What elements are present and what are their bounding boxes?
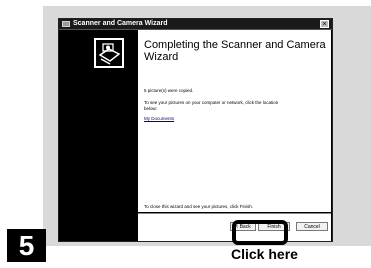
click-here-caption: Click here bbox=[231, 246, 298, 262]
copied-count-text: 5 picture(s) were copied. bbox=[144, 88, 194, 93]
camera-icon bbox=[62, 21, 70, 27]
window-title: Scanner and Camera Wizard bbox=[73, 20, 168, 27]
content-area: Completing the Scanner and Camera Wizard… bbox=[138, 30, 331, 212]
close-button[interactable]: × bbox=[320, 20, 329, 28]
finish-highlight-frame bbox=[232, 220, 288, 245]
wizard-window: Scanner and Camera Wizard × Completing t… bbox=[58, 18, 333, 242]
scanner-camera-wizard-icon bbox=[94, 38, 124, 68]
instruction-text: To see your pictures on your computer or… bbox=[144, 100, 279, 111]
step-number-badge: 5 bbox=[7, 229, 46, 262]
my-documents-link[interactable]: My Documents bbox=[144, 116, 174, 122]
page-heading: Completing the Scanner and Camera Wizard bbox=[144, 39, 326, 63]
close-instruction-text: To close this wizard and see your pictur… bbox=[144, 204, 254, 209]
title-bar: Scanner and Camera Wizard × bbox=[59, 19, 332, 30]
cancel-button[interactable]: Cancel bbox=[296, 222, 328, 231]
